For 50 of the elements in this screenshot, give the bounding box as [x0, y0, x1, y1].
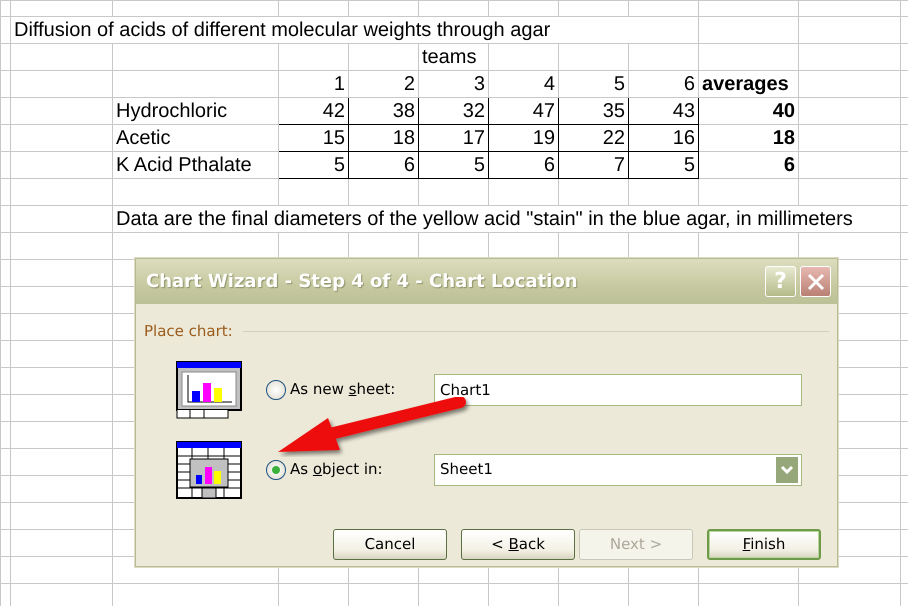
table-cell: 47: [488, 98, 558, 124]
window-title: Chart Wizard - Step 4 of 4 - Chart Location: [146, 270, 579, 294]
column-header: averages: [698, 70, 798, 98]
sheet-title: Diffusion of acids of different molecular weights through agar: [10, 16, 698, 44]
column-header: 3: [418, 70, 488, 98]
table-cell: 5: [418, 152, 488, 178]
table-cell: 22: [558, 124, 628, 152]
dialog-button[interactable]: Finish: [707, 528, 821, 560]
column-header: 6: [628, 70, 698, 98]
dialog-button[interactable]: < Back: [461, 528, 575, 560]
text-field[interactable]: Chart1: [434, 374, 802, 406]
table-cell: 5: [278, 152, 348, 178]
table-cell: 16: [628, 124, 698, 152]
group-label: Place chart:: [144, 321, 233, 342]
table-cell: 7: [558, 152, 628, 178]
sheet-chart-drawing: [176, 440, 242, 498]
table-cell: 6: [348, 152, 418, 178]
option-label[interactable]: As new sheet:: [290, 378, 434, 401]
average-cell: 40: [698, 98, 798, 124]
table-cell: 19: [488, 124, 558, 152]
chart-sheet-drawing: [176, 360, 242, 418]
table-cell: 42: [278, 98, 348, 124]
table-cell: 43: [628, 98, 698, 124]
note-text: Data are the final diameters of the yellow acid "stain" in the blue agar, in millimeters: [112, 206, 900, 232]
option-label[interactable]: As object in:: [290, 458, 434, 481]
table-cell: 17: [418, 124, 488, 152]
radio-button[interactable]: [266, 380, 286, 400]
row-label: K Acid Pthalate: [112, 152, 278, 178]
table-cell: 6: [488, 152, 558, 178]
column-header: 5: [558, 70, 628, 98]
table-cell: 18: [348, 124, 418, 152]
column-header: 4: [488, 70, 558, 98]
table-cell: 32: [418, 98, 488, 124]
table-cell: 38: [348, 98, 418, 124]
row-label: Hydrochloric: [112, 98, 278, 124]
table-cell: 35: [558, 98, 628, 124]
row-label: Acetic: [112, 124, 278, 152]
column-header: 2: [348, 70, 418, 98]
dropdown-icon: [775, 456, 799, 484]
table-cell: 15: [278, 124, 348, 152]
radio-button[interactable]: [266, 460, 286, 480]
column-group-header: teams: [418, 44, 488, 70]
dropdown-field[interactable]: Sheet1: [434, 454, 802, 486]
table-cell: 5: [628, 152, 698, 178]
average-cell: 6: [698, 152, 798, 178]
average-cell: 18: [698, 124, 798, 152]
column-header: 1: [278, 70, 348, 98]
close-button[interactable]: [800, 266, 831, 297]
dialog-button[interactable]: Cancel: [333, 528, 447, 560]
close-icon: [806, 272, 826, 292]
